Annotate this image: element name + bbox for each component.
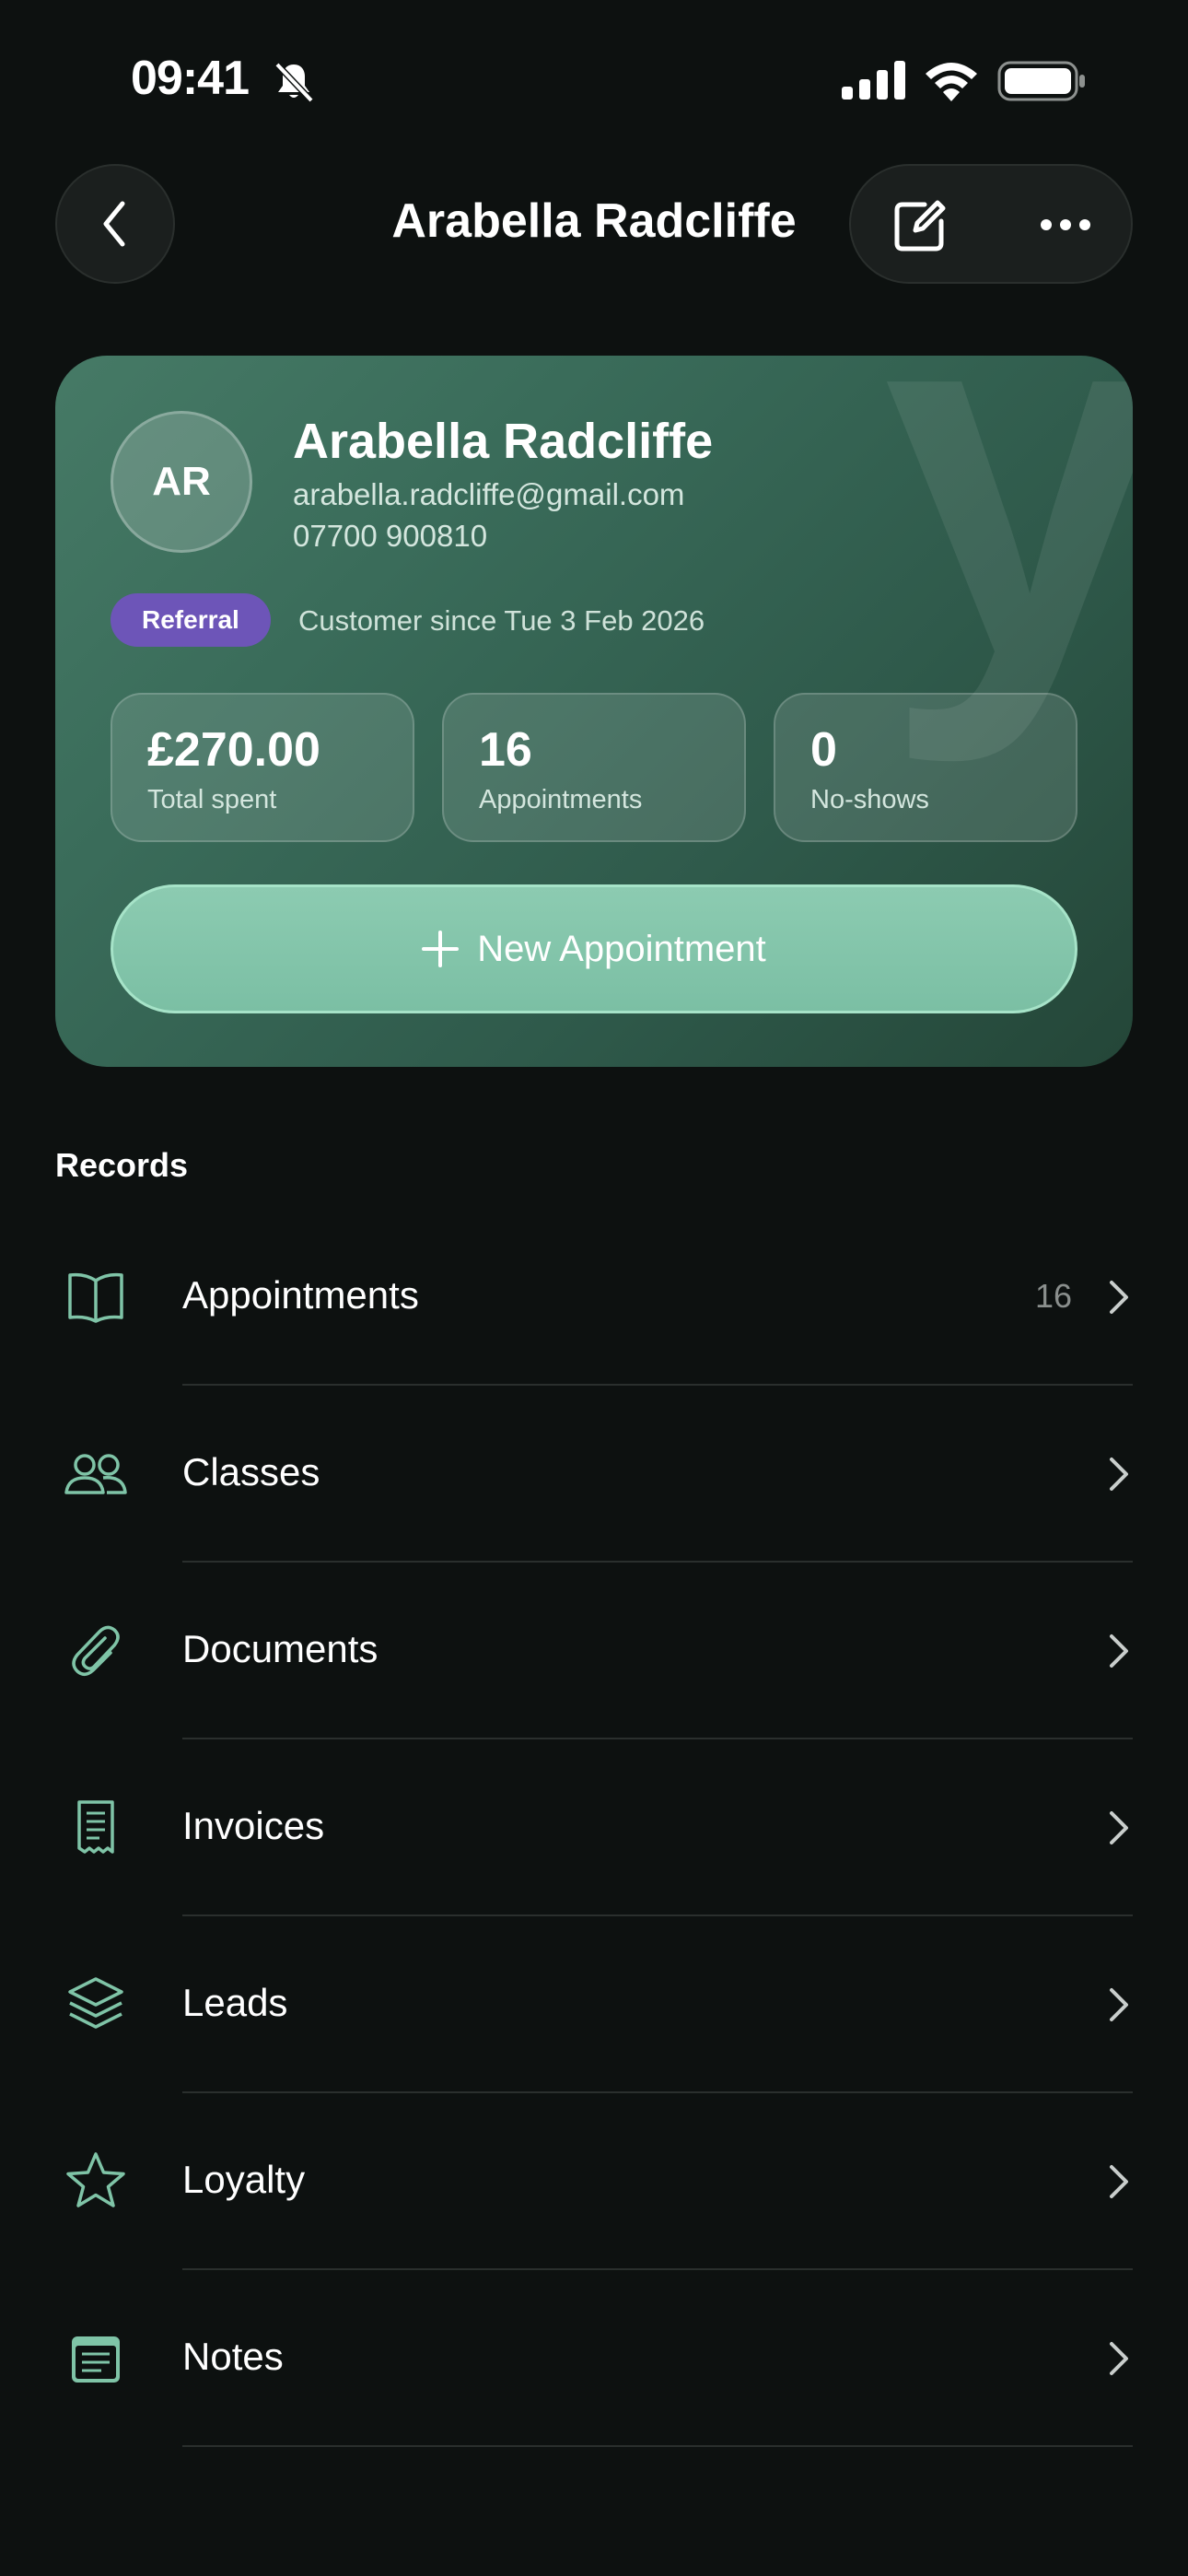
wifi-icon — [926, 63, 977, 101]
battery-icon — [997, 61, 1085, 101]
edit-icon[interactable] — [893, 199, 947, 252]
row-divider — [182, 2445, 1133, 2447]
customer-phone[interactable]: 07700 900810 — [293, 519, 487, 554]
header-actions — [849, 164, 1133, 284]
chevron-right-icon — [1110, 1988, 1128, 2021]
record-row-invoices[interactable]: Invoices — [55, 1739, 1133, 1916]
chevron-right-icon — [1110, 1458, 1128, 1491]
new-appointment-button[interactable]: New Appointment — [111, 884, 1077, 1013]
record-label: Notes — [182, 2335, 284, 2378]
cellular-signal-icon — [842, 61, 905, 100]
stat-label: Appointments — [479, 785, 643, 814]
paperclip-icon — [72, 1625, 120, 1676]
record-row-leads[interactable]: Leads — [55, 1916, 1133, 2093]
records-heading: Records — [55, 1146, 189, 1184]
customer-name: Arabella Radcliffe — [293, 414, 714, 469]
layers-icon — [68, 1977, 123, 2029]
notes-icon — [72, 2336, 120, 2383]
record-label: Leads — [182, 1981, 288, 2024]
chevron-left-icon — [103, 201, 125, 247]
record-label: Loyalty — [182, 2158, 306, 2201]
stat-value: 16 — [479, 723, 532, 777]
plus-icon — [422, 931, 460, 967]
chevron-right-icon — [1110, 1281, 1128, 1314]
stat-label: No-shows — [810, 785, 929, 814]
record-row-loyalty[interactable]: Loyalty — [55, 2093, 1133, 2270]
book-icon — [68, 1272, 123, 1323]
chevron-right-icon — [1110, 1634, 1128, 1668]
receipt-icon — [77, 1800, 114, 1854]
new-appointment-label: New Appointment — [477, 928, 766, 969]
avatar: AR — [111, 411, 252, 553]
star-icon — [66, 2152, 125, 2207]
stat-appointments: 16 Appointments — [442, 693, 746, 842]
back-button[interactable] — [55, 164, 175, 284]
page-title: Arabella Radcliffe — [391, 194, 797, 248]
chevron-right-icon — [1110, 2165, 1128, 2198]
stat-total-spent: £270.00 Total spent — [111, 693, 414, 842]
record-row-documents[interactable]: Documents — [55, 1563, 1133, 1739]
record-row-notes[interactable]: Notes — [55, 2270, 1133, 2447]
record-row-appointments[interactable]: Appointments 16 — [55, 1209, 1133, 1386]
stat-value: £270.00 — [147, 723, 320, 777]
record-label: Appointments — [182, 1273, 419, 1317]
chevron-right-icon — [1110, 1811, 1128, 1844]
stat-value: 0 — [810, 723, 837, 777]
record-label: Classes — [182, 1450, 320, 1493]
record-row-classes[interactable]: Classes — [55, 1386, 1133, 1563]
card-watermark: y — [882, 356, 1133, 764]
record-label: Documents — [182, 1627, 379, 1670]
bell-muted-icon — [274, 62, 314, 103]
more-options-icon[interactable] — [1041, 214, 1090, 236]
customer-card: y AR Arabella Radcliffe arabella.radclif… — [55, 356, 1133, 1067]
stat-no-shows: 0 No-shows — [774, 693, 1077, 842]
customer-email[interactable]: arabella.radcliffe@gmail.com — [293, 477, 684, 512]
record-count: 16 — [1034, 1277, 1072, 1315]
people-icon — [64, 1454, 127, 1494]
customer-since: Customer since Tue 3 Feb 2026 — [298, 604, 705, 637]
record-label: Invoices — [182, 1804, 325, 1847]
referral-badge: Referral — [111, 593, 271, 647]
status-time: 09:41 — [131, 52, 250, 105]
stat-label: Total spent — [147, 785, 277, 814]
chevron-right-icon — [1110, 2342, 1128, 2375]
